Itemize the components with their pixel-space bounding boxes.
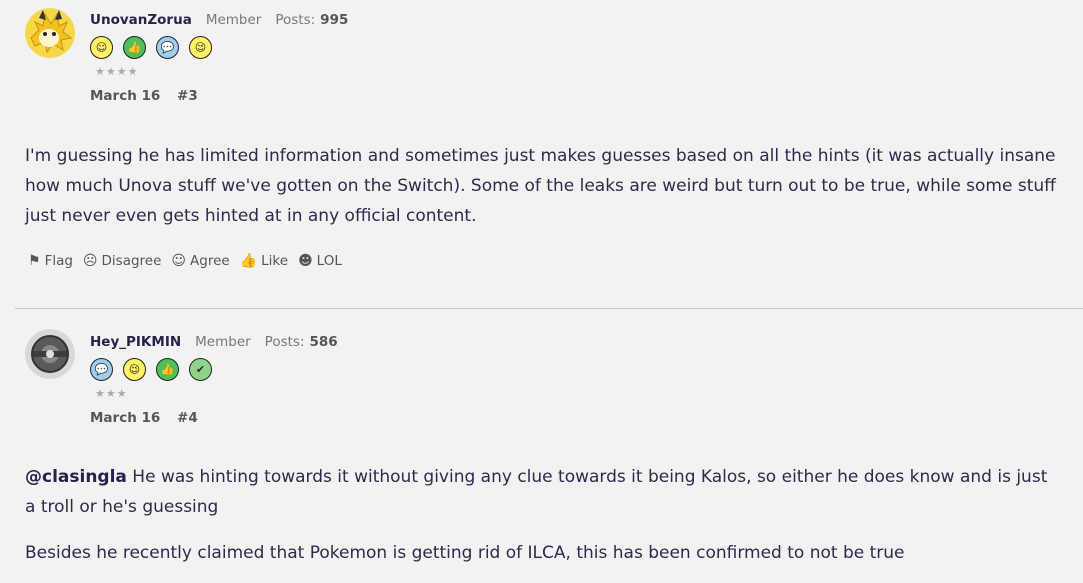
thumbs-up-icon: 👍 xyxy=(239,253,258,269)
post-number[interactable]: #4 xyxy=(177,410,198,426)
smile-badge-icon[interactable]: ☺ xyxy=(90,36,113,59)
user-meta: UnovanZorua Member Posts: 995 ☺ 👍 💬 😉 ★★… xyxy=(90,12,348,104)
agree-action[interactable]: ☺ Agree xyxy=(171,253,229,269)
posts-count: 995 xyxy=(320,12,349,28)
badge-row: 💬 😉 👍 ✔ xyxy=(90,358,338,381)
rank-stars: ★★★ xyxy=(95,387,128,400)
thumbs-up-badge-icon[interactable]: 👍 xyxy=(156,358,179,381)
post-body: @clasingla He was hinting towards it wit… xyxy=(0,462,1083,568)
post-header: UnovanZorua Member Posts: 995 ☺ 👍 💬 😉 ★★… xyxy=(0,0,1083,126)
user-meta: Hey_PIKMIN Member Posts: 586 💬 😉 👍 ✔ ★★★… xyxy=(90,334,338,426)
disagree-action[interactable]: ☹ Disagree xyxy=(83,253,162,269)
avatar[interactable] xyxy=(25,329,75,379)
thumbs-up-badge-icon[interactable]: 👍 xyxy=(123,36,146,59)
post-number[interactable]: #3 xyxy=(177,88,198,104)
username[interactable]: UnovanZorua xyxy=(90,12,192,28)
post-body: I'm guessing he has limited information … xyxy=(0,141,1083,231)
post-paragraph-text: He was hinting towards it without giving… xyxy=(25,467,1048,517)
agree-label: Agree xyxy=(190,253,230,269)
lol-label: LOL xyxy=(316,253,342,269)
post-date[interactable]: March 16 xyxy=(90,88,160,104)
rank-stars: ★★★★ xyxy=(95,65,139,78)
username[interactable]: Hey_PIKMIN xyxy=(90,334,181,350)
posts-label: Posts: xyxy=(275,12,316,28)
post-paragraph: Besides he recently claimed that Pokemon… xyxy=(25,543,905,563)
post-date[interactable]: March 16 xyxy=(90,410,160,426)
post-4: Hey_PIKMIN Member Posts: 586 💬 😉 👍 ✔ ★★★… xyxy=(0,310,1083,583)
frown-icon: ☹ xyxy=(82,253,98,269)
post-header: Hey_PIKMIN Member Posts: 586 💬 😉 👍 ✔ ★★★… xyxy=(0,310,1083,436)
laugh-icon: ☻ xyxy=(298,253,313,269)
user-mention-link[interactable]: @clasingla xyxy=(25,467,127,487)
post-paragraph: @clasingla He was hinting towards it wit… xyxy=(25,462,1058,522)
user-role: Member xyxy=(195,334,251,350)
disagree-label: Disagree xyxy=(101,253,162,269)
post-paragraph: I'm guessing he has limited information … xyxy=(25,146,1056,226)
post-date-line: March 16 #4 xyxy=(90,410,338,426)
post-divider xyxy=(15,308,1083,309)
flag-label: Flag xyxy=(44,253,73,269)
flag-icon: ⚑ xyxy=(28,253,41,269)
flag-action[interactable]: ⚑ Flag xyxy=(28,253,73,269)
wink-badge-icon[interactable]: 😉 xyxy=(189,36,212,59)
speech-bubble-badge-icon[interactable]: 💬 xyxy=(156,36,179,59)
like-label: Like xyxy=(261,253,289,269)
posts-count: 586 xyxy=(309,334,338,350)
wink-badge-icon[interactable]: 😉 xyxy=(123,358,146,381)
posts-label: Posts: xyxy=(264,334,305,350)
post-date-line: March 16 #3 xyxy=(90,88,348,104)
like-action[interactable]: 👍 Like xyxy=(240,253,288,269)
speech-bubble-badge-icon[interactable]: 💬 xyxy=(90,358,113,381)
user-role: Member xyxy=(205,12,262,28)
badge-row: ☺ 👍 💬 😉 xyxy=(90,36,348,59)
post-3: UnovanZorua Member Posts: 995 ☺ 👍 💬 😉 ★★… xyxy=(0,0,1083,310)
smile-icon: ☺ xyxy=(171,253,187,269)
avatar[interactable] xyxy=(25,8,75,58)
post-actions: ⚑ Flag ☹ Disagree ☺ Agree 👍 Like ☻ LOL xyxy=(0,253,1083,269)
check-badge-icon[interactable]: ✔ xyxy=(189,358,212,381)
lol-action[interactable]: ☻ LOL xyxy=(298,253,342,269)
